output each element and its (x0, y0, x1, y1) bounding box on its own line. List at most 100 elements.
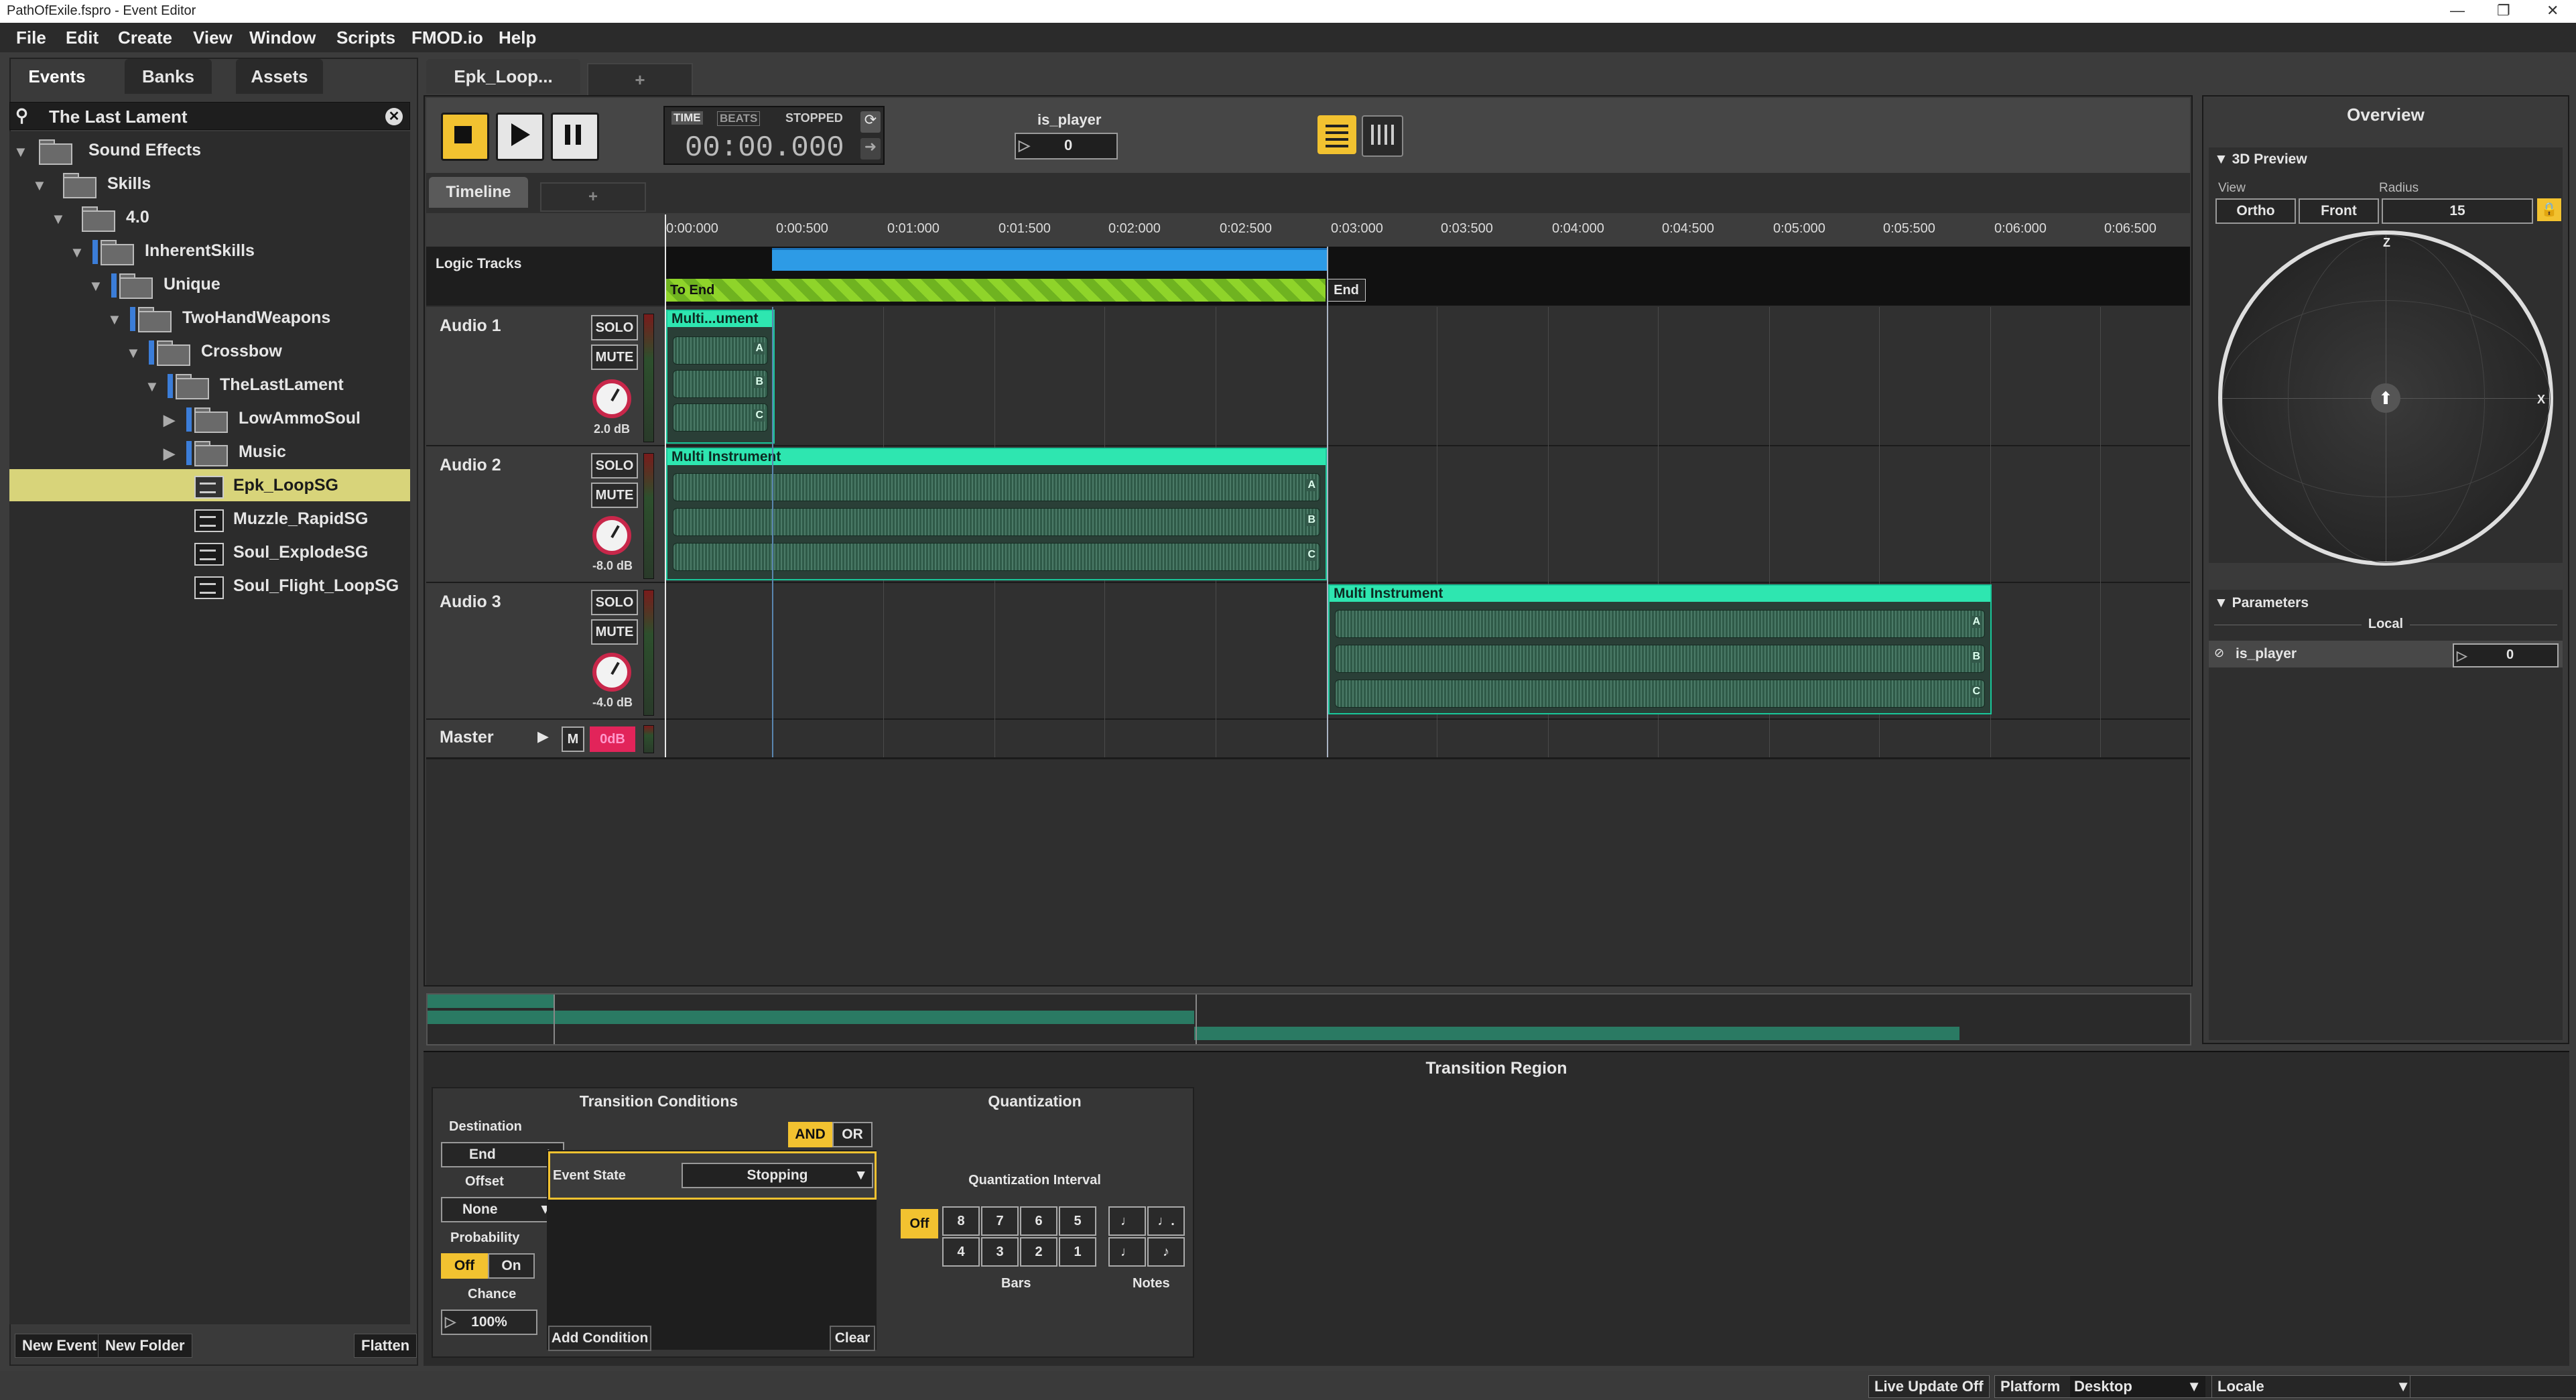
quant-bars-1[interactable]: 1 (1059, 1237, 1096, 1267)
tree-item-lowammosoul[interactable]: ▶ LowAmmoSoul (9, 402, 410, 434)
loop-region[interactable] (772, 248, 1327, 271)
listener-arrow-icon[interactable]: ⬆ (2371, 383, 2400, 413)
volume-knob[interactable] (592, 516, 631, 555)
tree-item-epk-loopsg[interactable]: Epk_LoopSG (9, 469, 410, 501)
timeline-overview-strip[interactable] (426, 993, 2191, 1045)
menu-view[interactable]: View (193, 27, 233, 48)
minimize-button[interactable]: — (2450, 2, 2465, 19)
condition-event-state[interactable]: Event State Stopping ▼ (548, 1151, 877, 1200)
menu-file[interactable]: File (16, 27, 46, 48)
solo-button[interactable]: SOLO (591, 315, 638, 340)
menu-window[interactable]: Window (249, 27, 316, 48)
tab-event-epk-loop[interactable]: Epk_Loop... (426, 59, 580, 94)
menu-fmod-io[interactable]: FMOD.io (411, 27, 483, 48)
tab-assets[interactable]: Assets (236, 59, 323, 94)
multi-instrument-audio-3[interactable]: Multi Instrument A B C (1328, 584, 1992, 714)
tree-item-thelastlament[interactable]: ▼ TheLastLament (9, 369, 410, 401)
track-lane-master[interactable] (665, 720, 2190, 757)
add-parameter-tab-button[interactable]: + (540, 182, 646, 212)
tree-item-unique[interactable]: ▼ Unique (9, 268, 410, 300)
clear-search-icon[interactable]: ✕ (385, 108, 403, 125)
expand-arrow-icon[interactable]: ▼ (107, 311, 122, 328)
tab-banks[interactable]: Banks (125, 59, 212, 94)
parameters-section-title[interactable]: ▼ Parameters (2214, 595, 2309, 611)
expand-arrow-icon[interactable]: ▼ (145, 378, 159, 395)
mute-button[interactable]: MUTE (591, 344, 638, 370)
tree-item-music[interactable]: ▶ Music (9, 436, 410, 468)
3d-preview-sphere[interactable]: Z X ⬆ (2218, 231, 2553, 566)
event-state-dropdown[interactable]: Stopping ▼ (682, 1163, 873, 1188)
quant-note-quarter-2[interactable]: ♩ (1108, 1237, 1146, 1267)
play-track-icon[interactable]: ▶ (537, 728, 549, 745)
menu-scripts[interactable]: Scripts (336, 27, 395, 48)
new-folder-button[interactable]: New Folder (98, 1334, 192, 1358)
quant-bars-5[interactable]: 5 (1059, 1206, 1096, 1236)
loop-toggle-icon[interactable]: ⟳ (860, 111, 881, 133)
tab-timeline[interactable]: Timeline (429, 177, 528, 208)
quant-bars-7[interactable]: 7 (981, 1206, 1019, 1236)
quant-note-quarter[interactable]: ♩ (1108, 1206, 1146, 1236)
tree-item-inherentskills[interactable]: ▼ InherentSkills (9, 235, 410, 267)
play-button[interactable] (496, 113, 544, 161)
destination-dropdown[interactable]: End▶ (441, 1142, 564, 1167)
volume-knob[interactable] (592, 653, 631, 692)
menu-help[interactable]: Help (499, 27, 536, 48)
expand-arrow-icon[interactable]: ▼ (70, 244, 84, 261)
mute-button[interactable]: MUTE (591, 483, 638, 508)
pause-button[interactable] (551, 113, 599, 161)
expand-arrow-icon[interactable]: ▼ (32, 177, 47, 194)
param-value-field[interactable]: ▷ 0 (2453, 643, 2559, 667)
master-mute-button[interactable]: M (562, 726, 584, 752)
multi-instrument-audio-2[interactable]: Multi Instrument A B C (666, 448, 1327, 580)
master-volume[interactable]: 0dB (590, 726, 635, 752)
playhead[interactable] (665, 214, 666, 757)
time-mode-button[interactable]: TIME (671, 111, 703, 125)
list-view-toggle[interactable] (1317, 115, 1356, 154)
menu-create[interactable]: Create (118, 27, 172, 48)
search-input[interactable]: The Last Lament (49, 107, 188, 127)
offset-dropdown[interactable]: None ▼ (441, 1197, 558, 1222)
quant-bars-8[interactable]: 8 (942, 1206, 980, 1236)
tree-item-4-0[interactable]: ▼ 4.0 (9, 201, 410, 233)
tree-item-twohandweapons[interactable]: ▼ TwoHandWeapons (9, 302, 410, 334)
locale-selector[interactable]: Locale ▼ (2211, 1375, 2418, 1398)
radius-field[interactable]: 15 (2382, 198, 2533, 224)
solo-button[interactable]: SOLO (591, 453, 638, 479)
preview-section-title[interactable]: ▼ 3D Preview (2214, 151, 2307, 168)
quant-bars-2[interactable]: 2 (1020, 1237, 1057, 1267)
platform-dropdown[interactable]: Desktop ▼ (2070, 1376, 2205, 1397)
front-button[interactable]: Front (2299, 198, 2379, 224)
quantization-off-button[interactable]: Off (901, 1209, 938, 1238)
search-field[interactable]: ⚲ The Last Lament ✕ (9, 102, 410, 130)
probability-off-button[interactable]: Off (441, 1253, 488, 1279)
chance-field[interactable]: ▷ 100% (441, 1310, 537, 1335)
add-condition-button[interactable]: Add Condition (548, 1326, 651, 1351)
tree-item-soul-flight-loopsg[interactable]: Soul_Flight_LoopSG (9, 570, 410, 602)
end-marker[interactable]: End (1327, 279, 1366, 302)
new-event-button[interactable]: New Event (15, 1334, 105, 1358)
new-editor-tab-button[interactable]: + (587, 63, 693, 95)
track-lane-1[interactable] (665, 307, 2190, 445)
flatten-button[interactable]: Flatten (354, 1334, 417, 1358)
tree-item-crossbow[interactable]: ▼ Crossbow (9, 335, 410, 367)
probability-on-button[interactable]: On (488, 1253, 535, 1279)
live-update-button[interactable]: Live Update Off (1868, 1375, 1990, 1398)
lock-icon[interactable]: 🔒 (2537, 198, 2561, 221)
clear-button[interactable]: Clear (830, 1326, 875, 1351)
beats-mode-button[interactable]: BEATS (717, 111, 761, 126)
collapse-arrow-icon[interactable]: ▶ (164, 411, 175, 429)
expand-arrow-icon[interactable]: ▼ (51, 210, 66, 228)
ortho-button[interactable]: Ortho (2215, 198, 2296, 224)
tree-item-soul-explodesg[interactable]: Soul_ExplodeSG (9, 536, 410, 568)
platform-selector[interactable]: Platform Desktop ▼ (1994, 1375, 2215, 1398)
param-value-field[interactable]: ▷ 0 (1015, 133, 1118, 160)
transition-region[interactable]: To End (665, 279, 1326, 302)
expand-arrow-icon[interactable]: ▼ (88, 277, 103, 295)
quant-note-eighth[interactable]: ♪ (1147, 1237, 1185, 1267)
expand-arrow-icon[interactable]: ▼ (13, 143, 28, 161)
tree-item-muzzle-rapidsg[interactable]: Muzzle_RapidSG (9, 503, 410, 535)
or-button[interactable]: OR (832, 1122, 873, 1147)
overview-viewport[interactable] (554, 995, 1197, 1044)
expand-arrow-icon[interactable]: ▼ (126, 344, 141, 362)
and-button[interactable]: AND (788, 1122, 832, 1147)
